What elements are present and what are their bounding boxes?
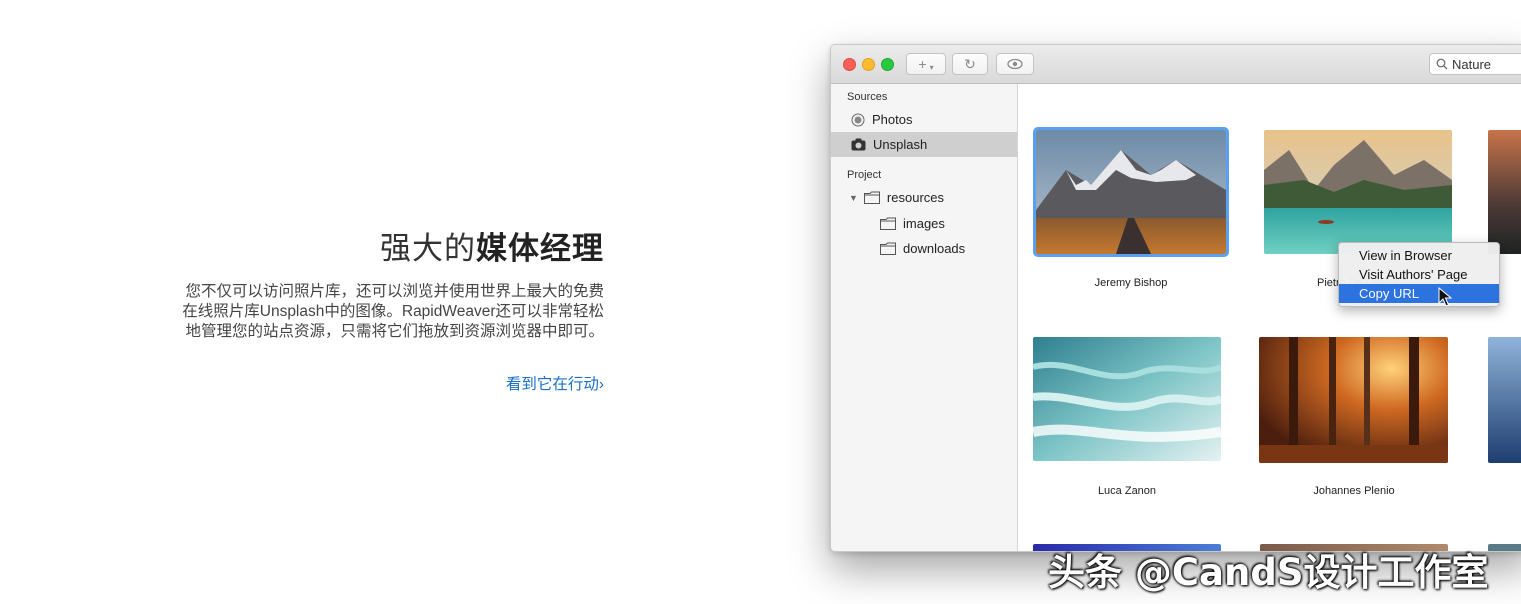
see-in-action-link[interactable]: 看到它在行动› (506, 372, 604, 394)
photo-mountain-desert (1036, 130, 1226, 254)
photo-thumbnail[interactable] (1259, 337, 1448, 463)
sidebar-item-label: images (903, 216, 945, 231)
disclosure-triangle-icon[interactable]: ▼ (849, 193, 858, 203)
radio-icon (851, 113, 865, 126)
sidebar-item-label: downloads (903, 241, 966, 256)
photo-thumbnail[interactable] (1033, 127, 1229, 257)
sidebar-item-label: resources (886, 190, 944, 205)
sidebar-item-resources[interactable]: ▼ resources (831, 185, 1017, 210)
photo-author-caption: Johannes Plenio (1313, 485, 1395, 497)
photo-thumbnail[interactable] (1488, 130, 1521, 254)
hero-line-3: 地管理您的站点资源，只需将它们拖放到资源浏览器中即可。 (185, 323, 604, 340)
hero-section: 强大的媒体经理 您不仅可以访问照片库，还可以浏览并使用世界上最大的免费 在线照片… (100, 226, 604, 394)
photo-thumbnail[interactable] (1264, 130, 1452, 254)
search-input[interactable]: Nature (1452, 57, 1491, 72)
refresh-button[interactable]: ↻ (952, 53, 988, 75)
photo-author-caption: Jeremy Bishop (1094, 277, 1168, 289)
project-header: Project (847, 169, 882, 181)
close-window-button[interactable] (843, 58, 856, 71)
folder-icon (880, 217, 896, 230)
add-button[interactable]: + ▾ (906, 53, 946, 75)
sidebar: Sources Photos Unsplash Project ▼ resour… (831, 84, 1018, 551)
sidebar-item-photos[interactable]: Photos (831, 107, 1017, 132)
context-menu: View in Browser Visit Authors' Page Copy… (1338, 242, 1500, 307)
sources-header: Sources (847, 91, 888, 103)
search-field[interactable]: Nature (1429, 53, 1521, 75)
refresh-icon: ↻ (964, 55, 976, 72)
photo-partial-sunset (1488, 130, 1521, 254)
camera-icon (851, 138, 866, 151)
photo-grid: Jeremy Bishop Pietro De Grandi (1018, 84, 1521, 551)
photo-mountain-lake (1264, 130, 1452, 254)
hero-title-light: 强大的 (380, 231, 476, 266)
media-manager-window: + ▾ ↻ Nature Sources Photos Unsplash Pro… (830, 44, 1521, 552)
sidebar-item-label: Photos (872, 112, 913, 127)
photo-autumn-forest (1259, 337, 1448, 463)
hero-title-bold: 媒体经理 (476, 231, 604, 266)
chevron-down-icon: ▾ (929, 62, 934, 72)
eye-icon (1007, 58, 1023, 70)
photo-partial-blue-mountains (1488, 337, 1521, 463)
sidebar-item-downloads[interactable]: downloads (831, 236, 1017, 261)
photo-thumbnail[interactable] (1488, 544, 1521, 551)
hero-title: 强大的媒体经理 (100, 226, 604, 272)
preview-button[interactable] (996, 53, 1034, 75)
photo-thumbnail[interactable] (1488, 337, 1521, 463)
minimize-window-button[interactable] (862, 58, 875, 71)
hero-line-2: 在线照片库Unsplash中的图像。RapidWeaver还可以非常轻松 (182, 303, 604, 320)
hero-line-1: 您不仅可以访问照片库，还可以浏览并使用世界上最大的免费 (185, 283, 604, 300)
sidebar-item-images[interactable]: images (831, 211, 1017, 236)
search-icon (1436, 58, 1448, 70)
folder-icon (880, 242, 896, 255)
folder-icon (863, 191, 880, 204)
sidebar-item-unsplash[interactable]: Unsplash (831, 132, 1017, 157)
menu-item-view-in-browser[interactable]: View in Browser (1339, 246, 1499, 265)
menu-item-copy-url[interactable]: Copy URL (1339, 284, 1499, 303)
menu-item-visit-authors-page[interactable]: Visit Authors' Page (1339, 265, 1499, 284)
sidebar-item-label: Unsplash (873, 137, 928, 152)
titlebar: + ▾ ↻ Nature (831, 45, 1521, 84)
zoom-window-button[interactable] (881, 58, 894, 71)
photo-thumbnail[interactable] (1033, 337, 1221, 461)
mouse-cursor-icon (1438, 287, 1452, 307)
watermark-text: 头条 @CandS设计工作室 (1048, 551, 1489, 594)
hero-description: 您不仅可以访问照片库，还可以浏览并使用世界上最大的免费 在线照片库Unsplas… (100, 282, 604, 342)
photo-author-caption: Luca Zanon (1097, 485, 1157, 497)
photo-river-rapids (1033, 337, 1221, 461)
plus-icon: + (918, 56, 927, 72)
